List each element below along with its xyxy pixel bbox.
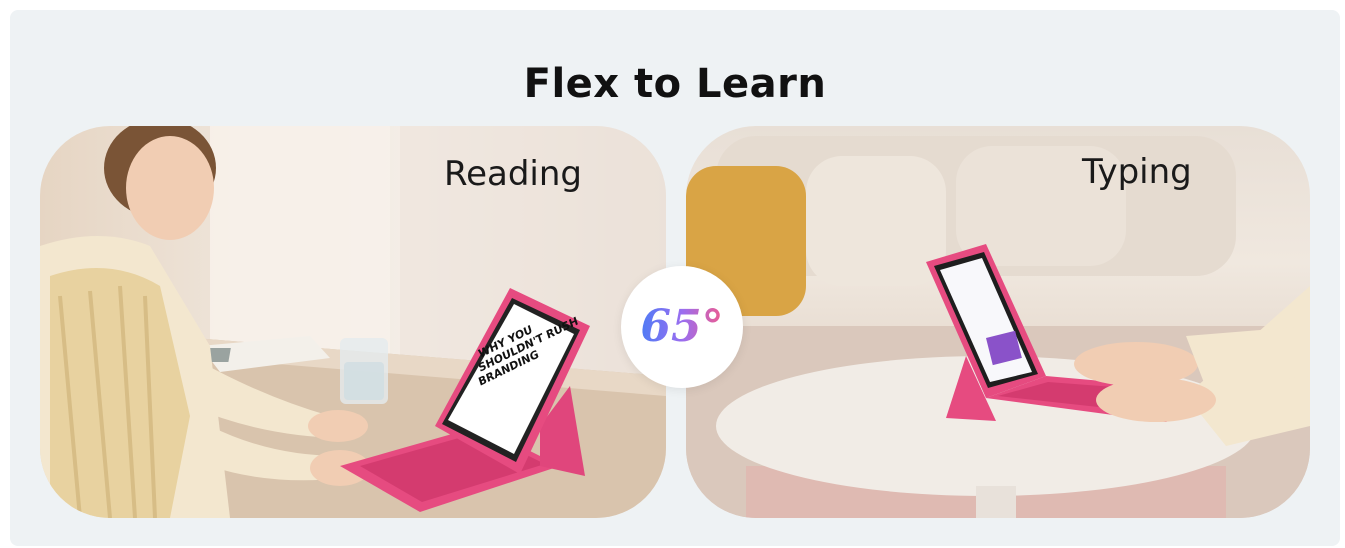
reading-panel: WHY YOU SHOULDN'T RUSH BRANDING Reading	[40, 126, 666, 518]
page-title: Flex to Learn	[523, 61, 827, 107]
angle-value: 65°	[640, 301, 724, 352]
typing-label: Typing	[1082, 152, 1192, 192]
reading-label: Reading	[444, 154, 583, 194]
typing-photo	[686, 136, 1310, 518]
angle-badge: 65°	[621, 266, 743, 388]
banner: Flex to Learn WHY YOU SHOULDN'T RUSH BRA…	[10, 10, 1340, 546]
typing-panel: Typing	[686, 126, 1310, 518]
